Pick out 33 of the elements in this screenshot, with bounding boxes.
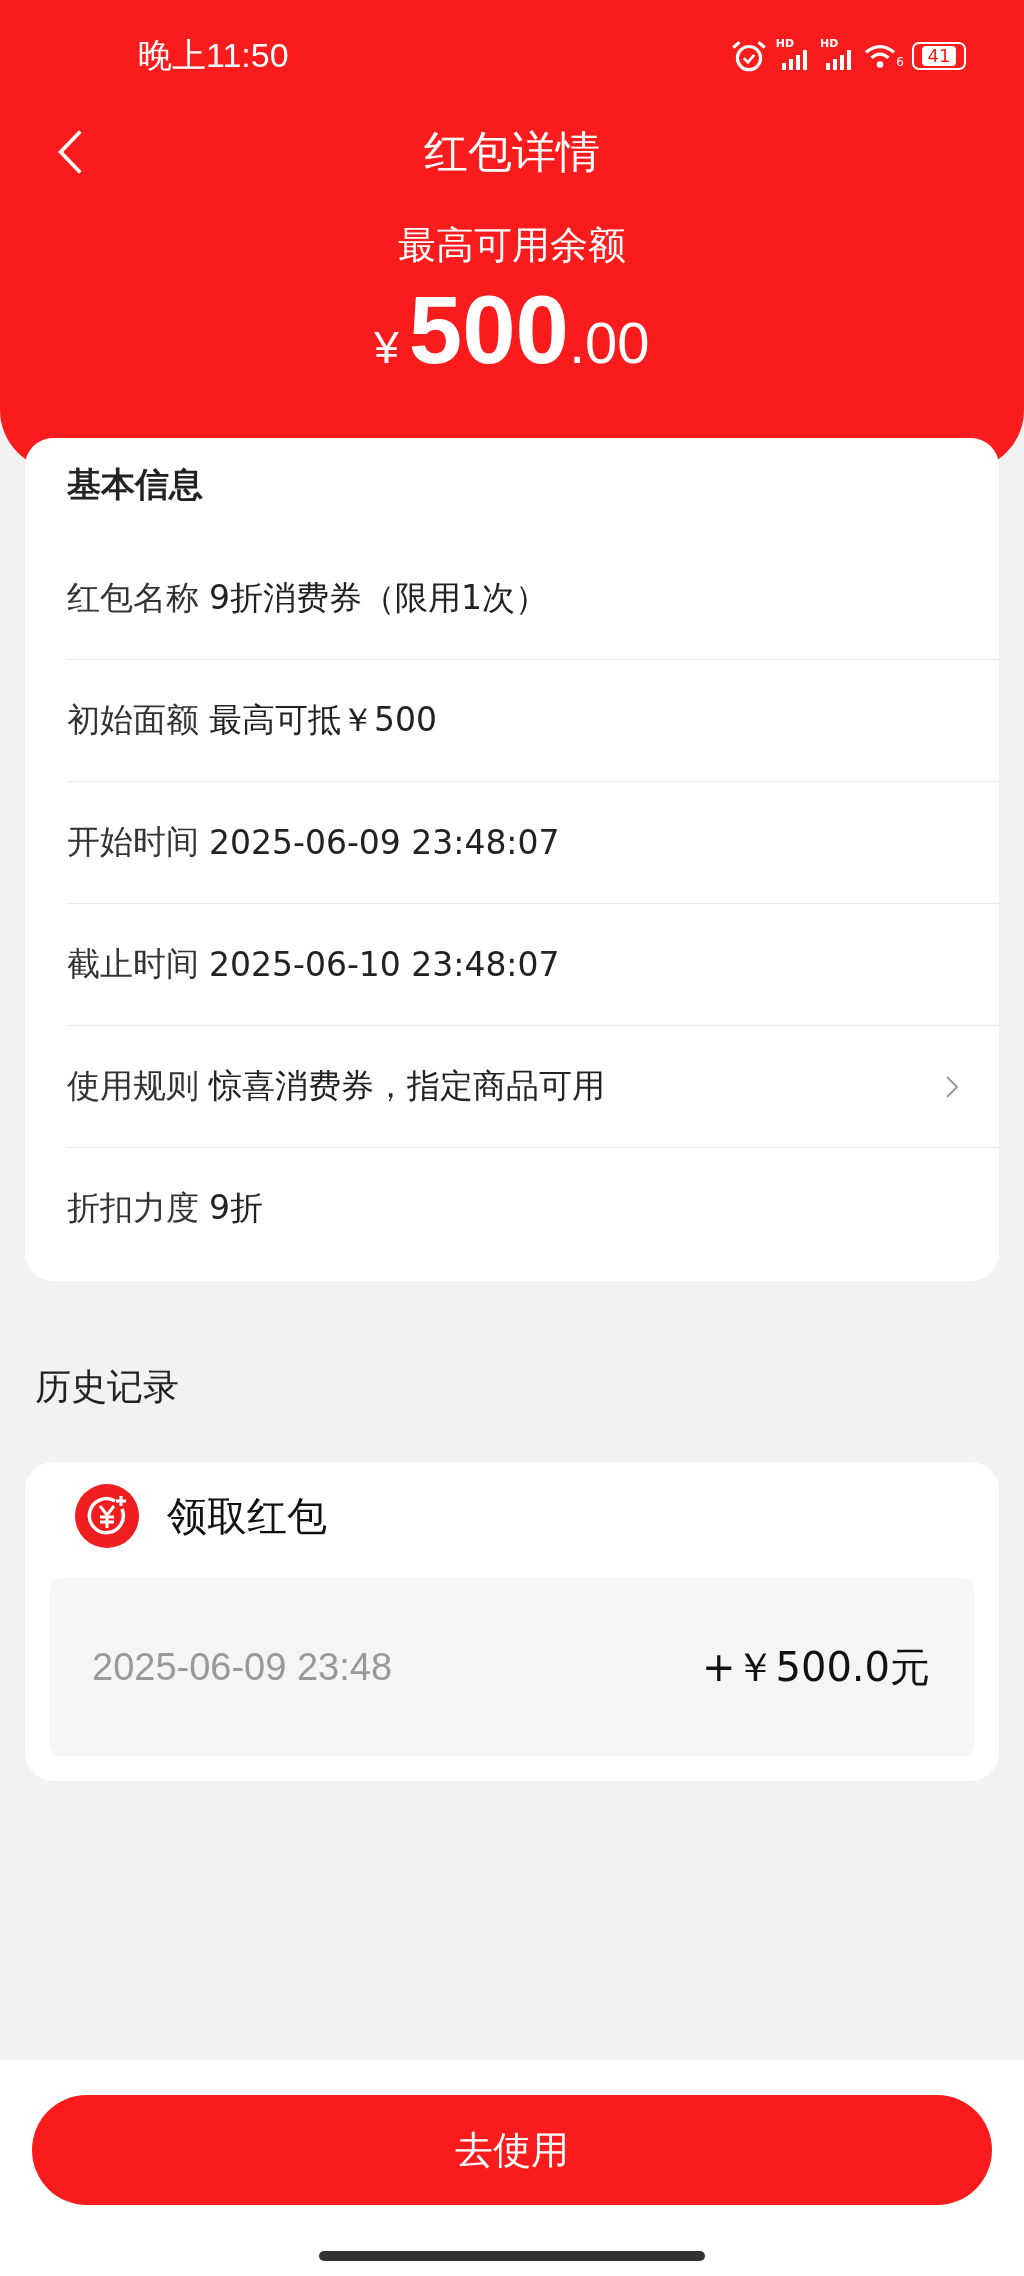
field-value: 9折 (209, 1187, 264, 1229)
field-value: 9折消费券（限用1次） (209, 577, 549, 619)
field-label: 截止时间 (67, 943, 200, 985)
field-label: 初始面额 (67, 699, 200, 741)
field-value: 惊喜消费券，指定商品可用 (209, 1065, 606, 1107)
wifi-label: 6 (896, 55, 904, 69)
balance-decimal: .00 (569, 309, 650, 376)
section-title: 基本信息 (66, 463, 204, 506)
coin-icon (75, 1484, 139, 1548)
wifi-icon (864, 43, 897, 69)
status-time: 晚上11:50 (138, 35, 289, 76)
chevron-icon[interactable] (945, 1074, 959, 1099)
field-label: 开始时间 (67, 821, 200, 863)
balance-label: 最高可用余额 (397, 222, 627, 269)
back-icon[interactable] (56, 128, 84, 176)
record-time: 2025-06-09 23:48 (92, 1645, 393, 1689)
field-value: 最高可抵￥500 (209, 699, 438, 741)
section-title: 历史记录 (35, 1365, 180, 1409)
field-label: 使用规则 (67, 1065, 200, 1107)
field-value: 2025-06-09 23:48:07 (209, 823, 561, 862)
network-label: HD (820, 37, 839, 50)
field-label: 红包名称 (67, 577, 200, 619)
use-button[interactable]: 去使用 (32, 2095, 992, 2205)
alarm-icon (729, 39, 768, 73)
balance-amount: 500 (408, 275, 569, 385)
record-title: 领取红包 (167, 1491, 327, 1541)
network-label: HD (775, 37, 794, 50)
field-label: 折扣力度 (67, 1187, 200, 1229)
record-amount: +￥500.0元 (701, 1642, 930, 1692)
battery-icon: 41 (912, 42, 966, 70)
field-value: 2025-06-10 23:48:07 (209, 945, 561, 984)
page-title: 红包详情 (424, 124, 600, 179)
currency-symbol: ¥ (374, 323, 399, 373)
